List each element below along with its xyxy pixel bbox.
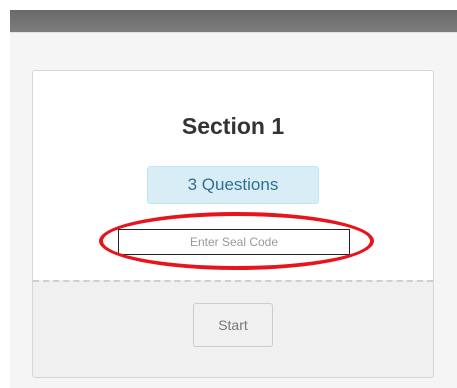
question-count-label: 3 Questions [187, 175, 279, 194]
start-button[interactable]: Start [193, 303, 273, 347]
section-card: Section 1 3 Questions Start [32, 70, 434, 378]
section-title: Section 1 [181, 113, 285, 139]
seal-code-input[interactable] [118, 229, 350, 255]
card-footer: Start [33, 280, 433, 377]
top-header-bar [10, 10, 457, 32]
question-count-badge: 3 Questions [147, 166, 319, 204]
